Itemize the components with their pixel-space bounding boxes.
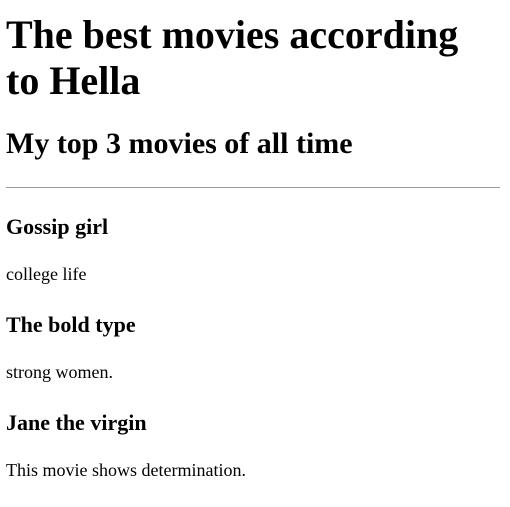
- page-content: The best movies according to Hella My to…: [0, 12, 510, 481]
- page-title: The best movies according to Hella: [6, 12, 459, 103]
- movie-item: Jane the virgin This movie shows determi…: [6, 410, 500, 481]
- divider: [6, 187, 500, 188]
- movie-title: Gossip girl: [6, 214, 109, 239]
- movie-description: college life: [6, 264, 87, 284]
- page-subtitle: My top 3 movies of all time: [6, 127, 353, 160]
- movie-description: This movie shows determination.: [6, 460, 246, 480]
- movie-title: The bold type: [6, 312, 136, 337]
- movie-item: Gossip girl college life: [6, 214, 500, 285]
- movie-item: The bold type strong women.: [6, 312, 500, 383]
- movie-title: Jane the virgin: [6, 410, 147, 435]
- movie-list: Gossip girl college life The bold type s…: [6, 214, 500, 481]
- movie-description: strong women.: [6, 362, 113, 382]
